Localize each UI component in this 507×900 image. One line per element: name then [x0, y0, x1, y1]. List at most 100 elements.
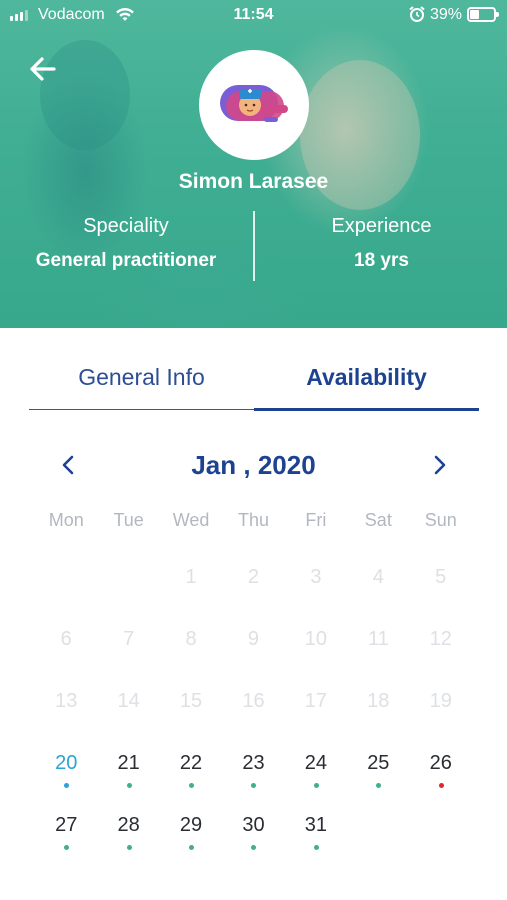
calendar-day[interactable]: 24: [285, 748, 347, 810]
calendar-day-number: 15: [179, 690, 203, 712]
status-bar: Vodacom 11:54 39%: [0, 0, 507, 30]
calendar-day-number: 18: [367, 690, 390, 712]
calendar-day: 2: [222, 562, 284, 624]
weekday-label: Tue: [113, 510, 144, 530]
calendar-grid: 1 2 3 4 5 6 7 8 9 10 11 12 13 14 15 16 17 18 19 20 21 22 23 24 2…: [35, 562, 472, 872]
speciality-block: Speciality General practitioner: [0, 212, 252, 272]
stats-divider: [253, 211, 255, 281]
calendar-day-number: 29: [179, 814, 203, 836]
calendar-day-number: 8: [185, 628, 197, 650]
availability-dot: [376, 783, 382, 788]
back-arrow-icon[interactable]: [26, 52, 60, 86]
availability-dot: [126, 783, 132, 788]
doctor-avatar: [199, 50, 309, 160]
calendar-day-number: 21: [117, 752, 140, 774]
calendar-day: 3: [285, 562, 347, 624]
calendar-day: 1: [160, 562, 222, 624]
calendar-day-number: 22: [179, 752, 203, 774]
calendar-day[interactable]: 20: [35, 748, 97, 810]
availability-dot: [189, 845, 195, 850]
availability-dot: [189, 783, 195, 788]
calendar-day: 16: [222, 686, 284, 748]
calendar-day[interactable]: 22: [160, 748, 222, 810]
calendar-day-number: 14: [117, 690, 140, 712]
calendar-day-number: 11: [367, 628, 389, 650]
availability-dot: [251, 845, 257, 850]
calendar-day: 7: [97, 624, 159, 686]
calendar-week-row: 20 21 22 23 24 25 26: [35, 748, 472, 810]
tab-general-info[interactable]: General Info: [29, 352, 254, 410]
calendar-day-number: 13: [55, 690, 78, 712]
calendar-day-number: 17: [304, 690, 328, 712]
calendar-week-row: 27 28 29 30 31: [35, 810, 472, 872]
profile-tabs: General Info Availability: [29, 352, 479, 411]
calendar-day: 15: [160, 686, 222, 748]
calendar-day: 10: [285, 624, 347, 686]
calendar-day: 9: [222, 624, 284, 686]
calendar-day-number: 7: [123, 628, 135, 650]
weekday-label: Wed: [172, 510, 210, 530]
experience-block: Experience 18 yrs: [256, 212, 507, 272]
calendar-day: 6: [35, 624, 97, 686]
calendar-week-row: 13 14 15 16 17 18 19: [35, 686, 472, 748]
calendar-day[interactable]: 26: [410, 748, 472, 810]
availability-dot: [126, 845, 132, 850]
selected-tab-indicator: [254, 408, 479, 411]
availability-dot: [313, 845, 319, 850]
calendar-day: 12: [410, 624, 472, 686]
calendar-day-number: 3: [310, 566, 322, 588]
calendar-day[interactable]: 21: [97, 748, 159, 810]
experience-label: Experience: [331, 215, 432, 237]
calendar-day: 18: [347, 686, 409, 748]
calendar-day[interactable]: 28: [97, 810, 159, 872]
calendar-day: 4: [347, 562, 409, 624]
calendar-day: 17: [285, 686, 347, 748]
calendar-day[interactable]: 30: [222, 810, 284, 872]
calendar-day-number: 31: [304, 814, 328, 836]
doctor-name: Simon Larasee: [178, 170, 329, 193]
calendar-day: 13: [35, 686, 97, 748]
calendar-day[interactable]: 31: [285, 810, 347, 872]
calendar-day: 8: [160, 624, 222, 686]
calendar-day-number: 9: [247, 628, 260, 650]
calendar-day-number: 26: [429, 752, 452, 774]
calendar-day-number: 28: [117, 814, 140, 836]
availability-dot: [251, 783, 257, 788]
profile-header: Vodacom 11:54 39% Simon Larasee Speciali…: [0, 0, 507, 328]
calendar-day-number: 23: [242, 752, 265, 774]
experience-value: 18 yrs: [354, 250, 409, 271]
calendar-day-number: 12: [429, 628, 452, 650]
calendar-day: 14: [97, 686, 159, 748]
calendar-day[interactable]: 25: [347, 748, 409, 810]
battery-icon: [467, 7, 499, 22]
availability-dot: [438, 783, 444, 788]
calendar-day-number: 4: [372, 566, 384, 588]
weekday-label: Sun: [424, 510, 457, 530]
calendar-day: 19: [410, 686, 472, 748]
calendar-day[interactable]: 23: [222, 748, 284, 810]
calendar-day-number: 27: [55, 814, 78, 836]
calendar-day-number: 30: [242, 814, 265, 836]
calendar-day[interactable]: 27: [35, 810, 97, 872]
calendar-day-number: 25: [367, 752, 390, 774]
calendar-day: 11: [347, 624, 409, 686]
battery-percentage: 39%: [430, 6, 463, 23]
alarm-icon: [409, 6, 425, 22]
speciality-label: Speciality: [83, 215, 169, 237]
doctor-avatar-icon: [220, 85, 288, 133]
calendar-week-row: 6 7 8 9 10 11 12: [35, 624, 472, 686]
calendar-day-number: 16: [242, 690, 265, 712]
chevron-right-icon: [434, 455, 446, 475]
calendar-week-row: 1 2 3 4 5: [35, 562, 472, 624]
calendar-header: Jan , 2020: [0, 440, 507, 492]
next-month-button[interactable]: [424, 448, 456, 482]
calendar-day-number: 24: [304, 752, 328, 774]
calendar-day-number: 6: [60, 628, 72, 650]
calendar-day-number: 2: [247, 566, 260, 588]
weekday-label: Sat: [364, 510, 392, 530]
availability-dot: [313, 783, 319, 788]
calendar-day-number: 1: [185, 566, 197, 588]
tab-availability[interactable]: Availability: [254, 352, 479, 410]
weekday-label: Fri: [305, 510, 327, 530]
calendar-day[interactable]: 29: [160, 810, 222, 872]
